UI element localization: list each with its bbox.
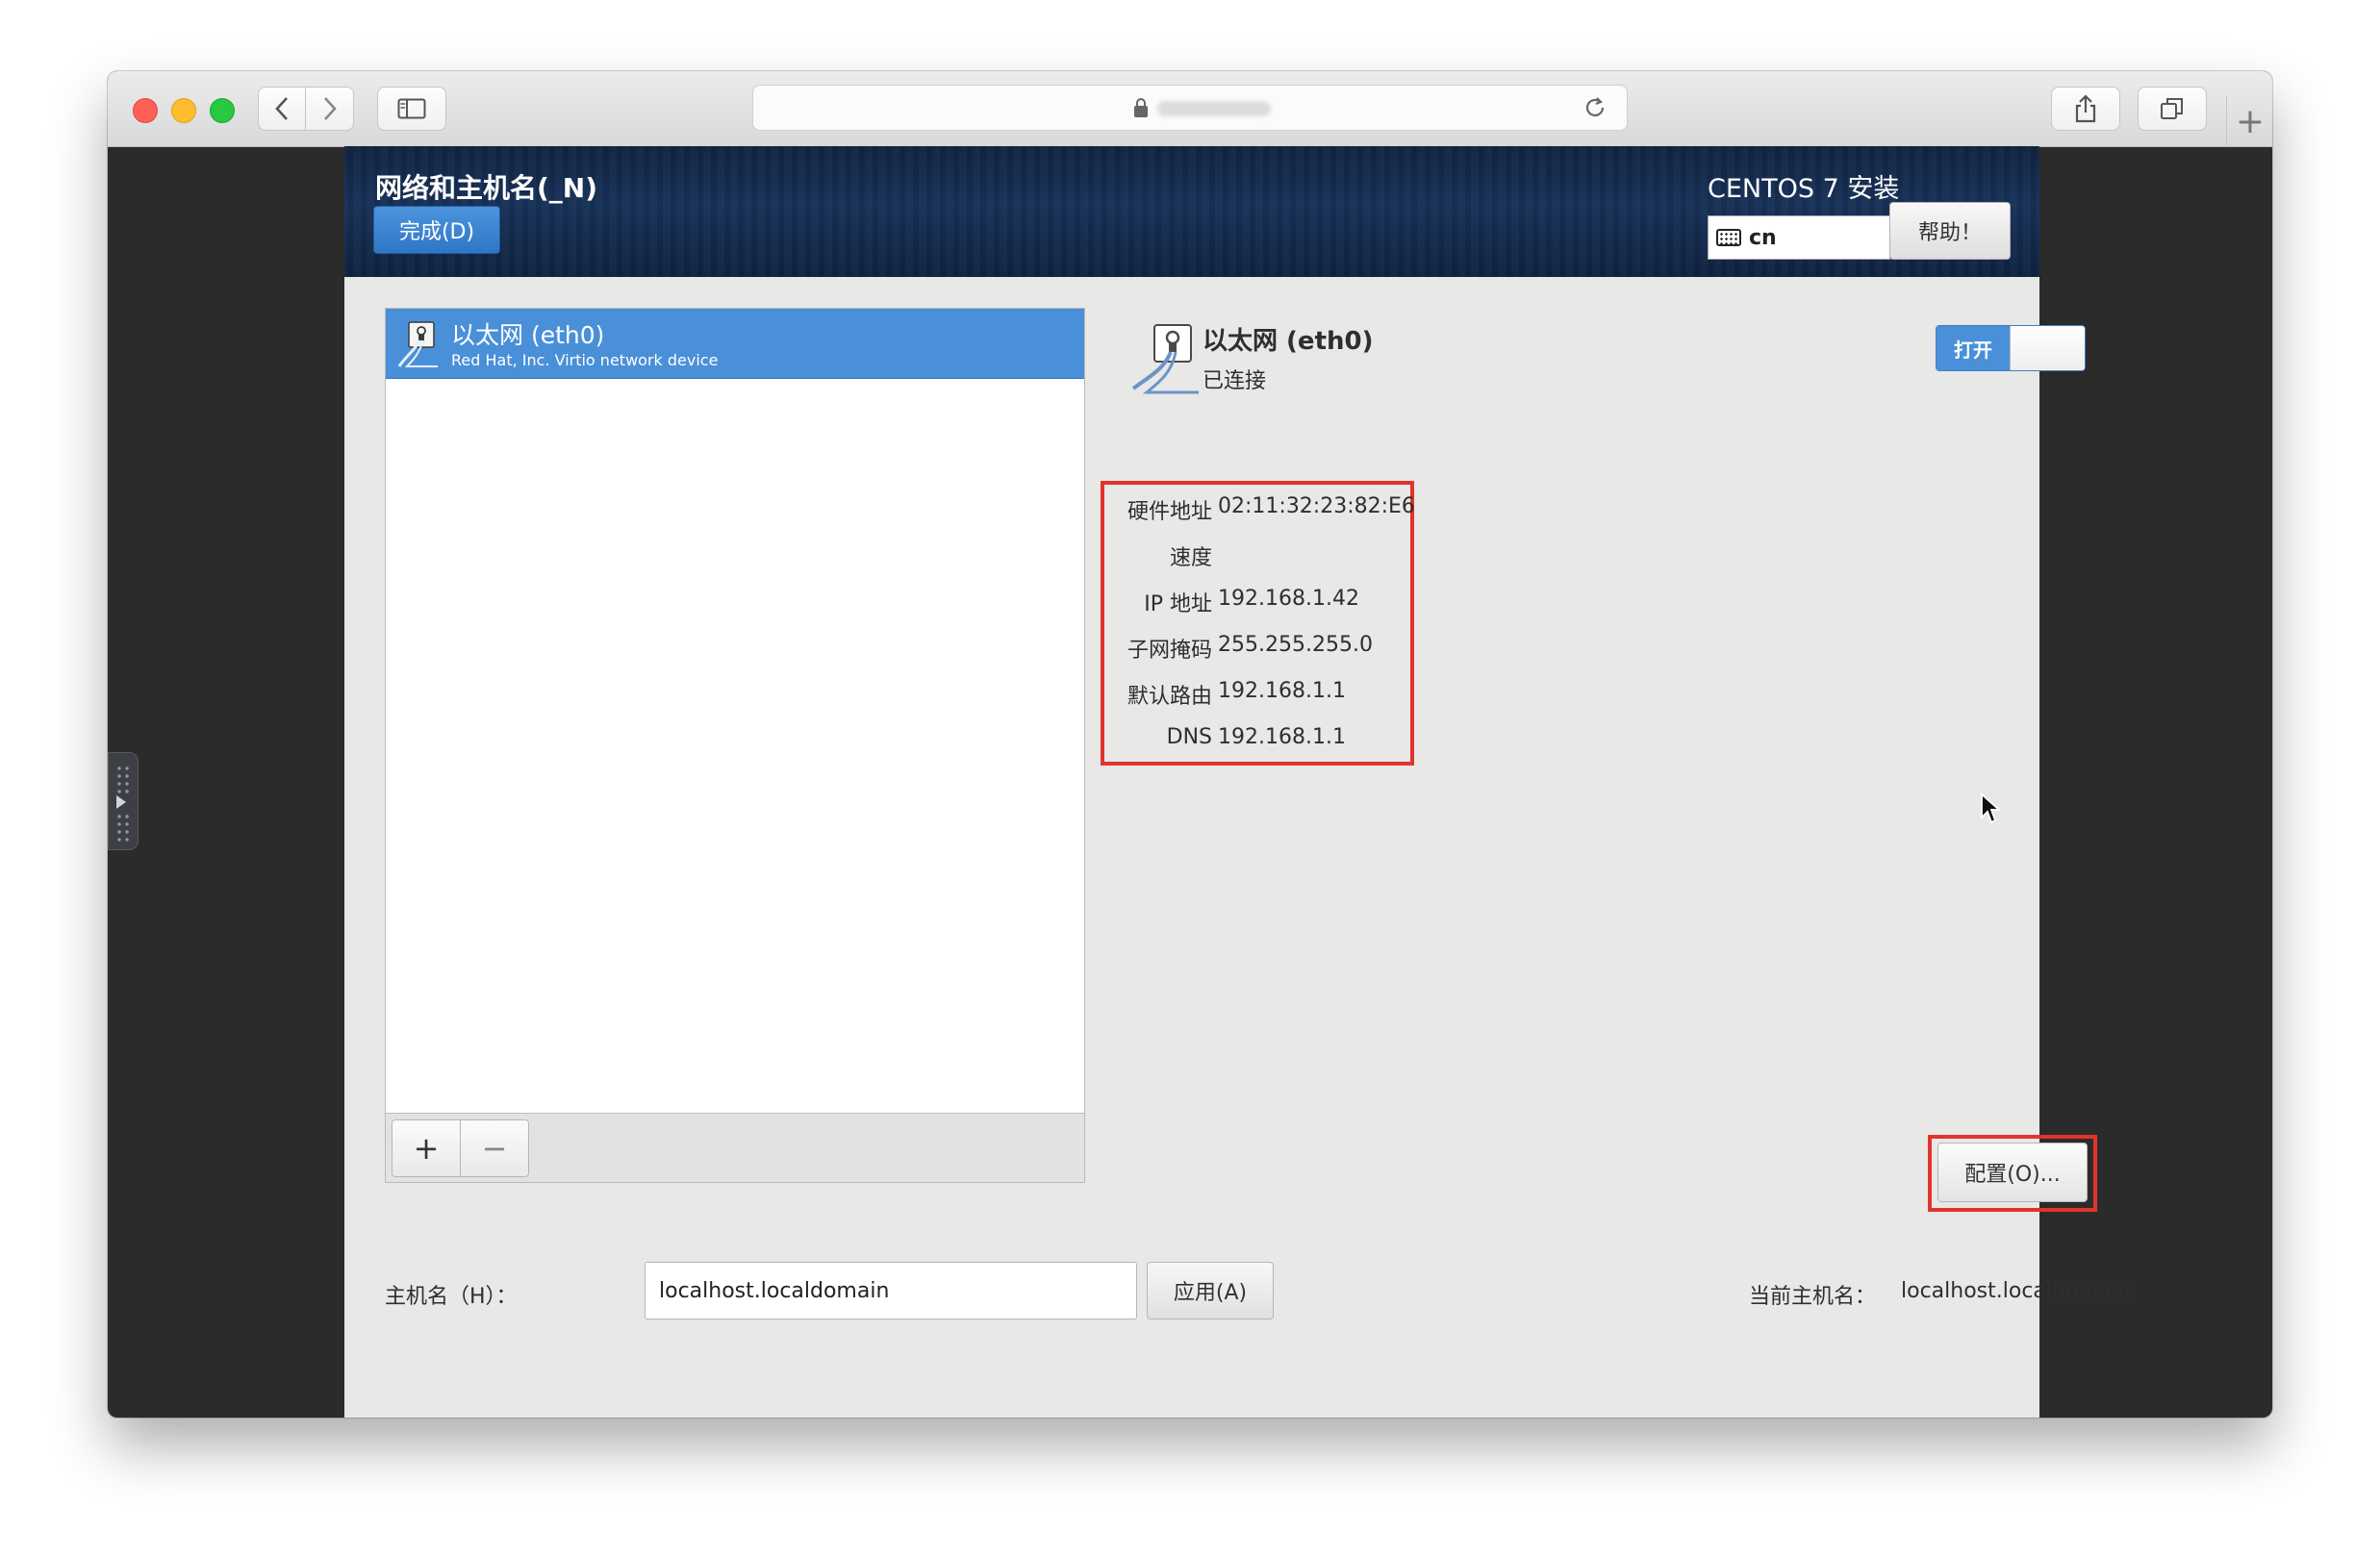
mouse-cursor-icon	[1981, 792, 2002, 824]
close-window-button[interactable]	[133, 98, 158, 123]
info-label: 硬件地址	[1127, 500, 1212, 524]
info-value: 255.255.255.0	[1218, 633, 1373, 657]
help-button[interactable]: 帮助！	[1889, 202, 2011, 260]
forward-button[interactable]	[306, 87, 354, 131]
info-row-dns: DNS 192.168.1.1	[1104, 719, 1412, 758]
browser-toolbar: +	[108, 71, 2272, 147]
ethernet-icon	[397, 321, 438, 367]
toggle-knob	[2010, 326, 2085, 370]
info-label: 速度	[1169, 546, 1212, 570]
done-button[interactable]: 完成(D)	[373, 206, 500, 254]
play-arrow-icon	[116, 795, 126, 809]
tabs-overview-button[interactable]	[2138, 87, 2207, 131]
toggle-on-label: 打开	[1937, 326, 2010, 370]
chevron-right-icon	[323, 97, 337, 120]
info-value: 02:11:32:23:82:E6	[1218, 494, 1415, 518]
device-power-toggle[interactable]: 打开	[1936, 325, 2086, 371]
info-label: IP 地址	[1144, 592, 1212, 616]
back-button[interactable]	[258, 87, 306, 131]
current-hostname-value: localhost.localdomain	[1901, 1279, 2132, 1303]
info-row-default-route: 默认路由 192.168.1.1	[1104, 673, 1412, 712]
share-icon	[2075, 94, 2096, 123]
apply-hostname-button[interactable]: 应用(A)	[1147, 1262, 1274, 1319]
reload-icon[interactable]	[1581, 93, 1609, 122]
info-label: DNS	[1166, 725, 1212, 749]
tabs-icon	[2161, 98, 2183, 119]
installer-screen: 网络和主机名(_N) 完成(D) CENTOS 7 安装 cn 帮助！ 以太网 …	[344, 146, 2131, 1418]
grip-dots-icon	[115, 765, 131, 793]
add-device-button[interactable]: +	[392, 1119, 461, 1177]
hostname-input[interactable]	[645, 1262, 1137, 1319]
info-label: 默认路由	[1127, 685, 1212, 709]
connection-status: 已连接	[1203, 369, 1267, 393]
device-item-eth0[interactable]: 以太网 (eth0) Red Hat, Inc. Virtio network …	[386, 309, 1084, 379]
info-row-subnet-mask: 子网掩码 255.255.255.0	[1104, 627, 1412, 666]
device-detail-name: 以太网 (eth0)	[1203, 327, 1374, 356]
info-label: 子网掩码	[1127, 639, 1212, 663]
installer-header: 网络和主机名(_N) 完成(D) CENTOS 7 安装 cn 帮助！	[344, 146, 2039, 277]
configure-button[interactable]: 配置(O)...	[1937, 1143, 2088, 1202]
info-value: 192.168.1.42	[1218, 587, 1359, 611]
share-button[interactable]	[2051, 87, 2120, 131]
info-value: 192.168.1.1	[1218, 679, 1346, 703]
network-device-list: 以太网 (eth0) Red Hat, Inc. Virtio network …	[385, 308, 1085, 1183]
device-list-toolbar: + −	[386, 1113, 1084, 1182]
new-tab-button[interactable]: +	[2226, 96, 2272, 146]
info-value: 192.168.1.1	[1218, 725, 1346, 749]
device-name: 以太网 (eth0)	[451, 321, 605, 349]
remove-device-button[interactable]: −	[460, 1119, 529, 1177]
chevron-left-icon	[275, 97, 288, 120]
connection-info-highlight: 硬件地址 02:11:32:23:82:E6 速度 IP 地址 192.168.…	[1101, 481, 1415, 766]
hostname-label: 主机名（H）：	[385, 1285, 518, 1309]
lock-icon	[1134, 98, 1148, 117]
keyboard-icon	[1716, 229, 1741, 246]
side-panel-handle[interactable]	[108, 752, 139, 850]
browser-window: + 网络和主机名(_N) 完成(D) CENTOS 7 安装 cn 帮助！ 以太…	[108, 71, 2272, 1418]
ethernet-icon	[1131, 324, 1199, 394]
info-row-hardware-address: 硬件地址 02:11:32:23:82:E6	[1104, 489, 1415, 527]
info-row-ip-address: IP 地址 192.168.1.42	[1104, 581, 1412, 619]
page-title: 网络和主机名(_N)	[375, 172, 598, 204]
sidebar-icon	[397, 98, 426, 119]
sidebar-toggle-button[interactable]	[377, 87, 446, 131]
keyboard-layout-indicator[interactable]: cn	[1708, 215, 1890, 260]
info-row-speed: 速度	[1104, 535, 1412, 573]
minimize-window-button[interactable]	[171, 98, 196, 123]
url-text-blurred	[1157, 101, 1271, 116]
maximize-window-button[interactable]	[210, 98, 235, 123]
keyboard-layout-label: cn	[1749, 225, 1777, 250]
product-title: CENTOS 7 安装	[1708, 174, 1900, 204]
grip-dots-icon	[115, 813, 131, 842]
device-description: Red Hat, Inc. Virtio network device	[451, 351, 719, 369]
current-hostname-label: 当前主机名：	[1749, 1285, 1877, 1309]
address-bar[interactable]	[752, 85, 1628, 131]
